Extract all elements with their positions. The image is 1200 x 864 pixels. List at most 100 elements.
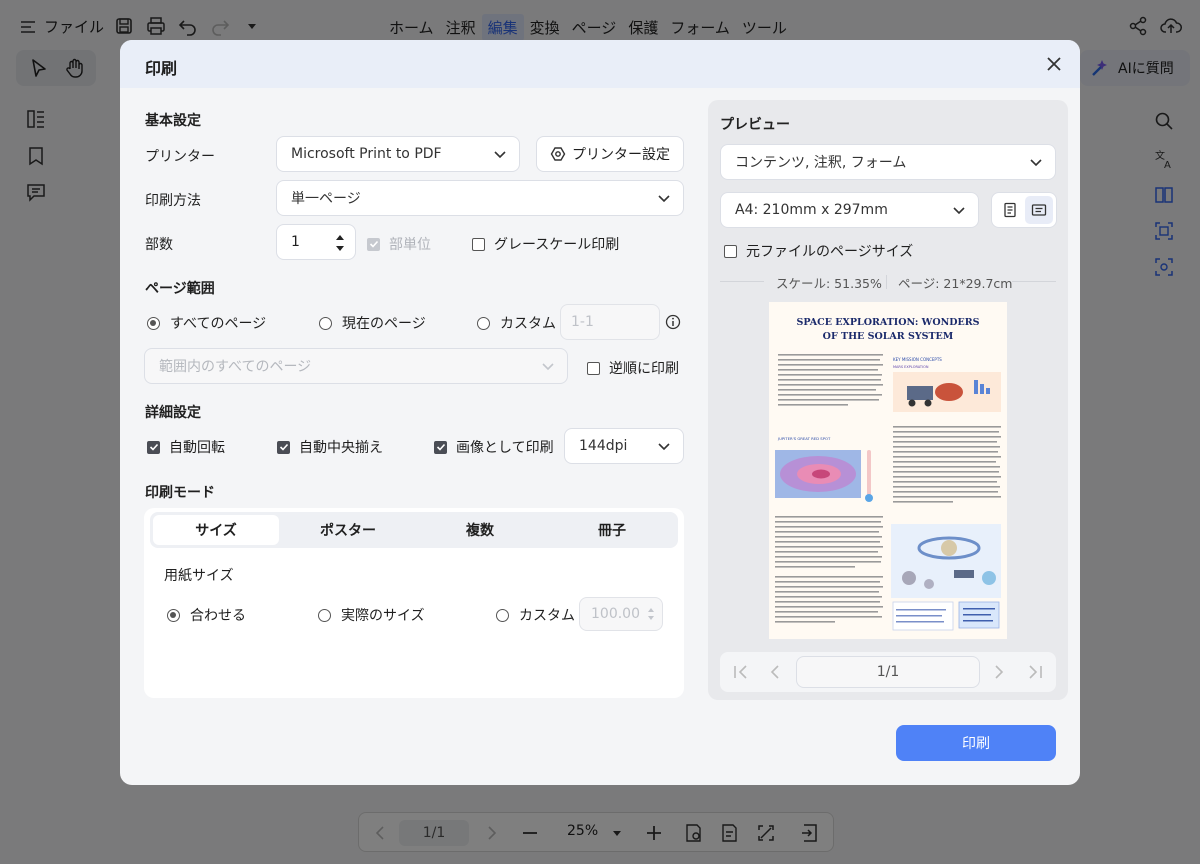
preview-heading: プレビュー — [720, 117, 790, 133]
preview-doc-title-line1: SPACE EXPLORATION: WONDERS — [796, 317, 979, 328]
copies-stepper[interactable]: 1 — [276, 224, 356, 260]
stepper-arrows-icon[interactable] — [647, 606, 655, 622]
prev-page-icon[interactable] — [764, 661, 786, 683]
fit-radio[interactable]: 合わせる — [167, 605, 246, 625]
svg-text:MARS EXPLORATION: MARS EXPLORATION — [893, 365, 929, 369]
radio-empty-icon — [318, 608, 331, 622]
divider — [720, 281, 764, 282]
checkbox-empty-icon — [724, 244, 737, 258]
content-select[interactable]: コンテンツ, 注釈, フォーム — [720, 144, 1056, 180]
custom-scale-label: カスタム — [519, 608, 575, 624]
mode-tab-size[interactable]: サイズ — [153, 515, 279, 545]
range-custom-label: カスタム — [500, 316, 556, 332]
preview-page-indicator[interactable]: 1/1 — [796, 656, 980, 688]
copies-value: 1 — [291, 234, 300, 250]
print-button[interactable]: 印刷 — [896, 725, 1056, 761]
first-page-icon[interactable] — [730, 661, 752, 683]
preview-pager: 1/1 — [720, 652, 1056, 692]
svg-text:KEY MISSION CONCEPTS: KEY MISSION CONCEPTS — [893, 357, 942, 362]
range-all-radio[interactable]: すべてのページ — [147, 313, 266, 333]
next-page-icon[interactable] — [988, 661, 1010, 683]
original-size-label: 元ファイルのページサイズ — [746, 244, 914, 260]
auto-center-label: 自動中央揃え — [299, 440, 383, 456]
paper-size-select[interactable]: A4: 210mm x 297mm — [720, 192, 979, 228]
chevron-down-icon — [493, 147, 507, 161]
page-size-text: ページ: 21*29.7cm — [898, 276, 1013, 291]
range-subset-select[interactable]: 範囲内のすべてのページ — [144, 348, 568, 384]
dpi-value: 144dpi — [579, 438, 628, 454]
fit-label: 合わせる — [190, 608, 246, 624]
auto-rotate-label: 自動回転 — [169, 440, 225, 456]
print-as-image-label: 画像として印刷 — [456, 440, 554, 456]
dialog-header: 印刷 — [120, 40, 1080, 88]
actual-size-radio[interactable]: 実際のサイズ — [318, 605, 425, 625]
scale-info-row: スケール: 51.35% ページ: 21*29.7cm — [720, 272, 1056, 292]
settings-hex-icon — [550, 146, 566, 162]
range-current-radio[interactable]: 現在のページ — [319, 313, 426, 333]
original-size-checkbox[interactable]: 元ファイルのページサイズ — [724, 241, 913, 261]
custom-scale-radio[interactable]: カスタム — [496, 605, 575, 625]
print-mode-tabs: サイズ ポスター 複数 冊子 — [150, 512, 678, 548]
dialog-title: 印刷 — [145, 59, 178, 78]
range-custom-radio[interactable]: カスタム — [477, 313, 556, 333]
printer-settings-button[interactable]: プリンター設定 — [536, 136, 684, 172]
mode-tab-multiple[interactable]: 複数 — [417, 515, 543, 545]
divider — [886, 275, 887, 289]
chevron-down-icon — [952, 203, 966, 217]
auto-rotate-checkbox[interactable]: 自動回転 — [147, 437, 225, 457]
print-method-value: 単一ページ — [291, 191, 361, 207]
custom-scale-value: 100.00 — [591, 606, 640, 622]
print-mode-panel: サイズ ポスター 複数 冊子 用紙サイズ 合わせる 実際のサイズ カスタム 10… — [144, 508, 684, 698]
copies-label: 部数 — [145, 237, 173, 253]
chevron-down-icon — [657, 439, 671, 453]
chevron-down-icon — [657, 191, 671, 205]
print-mode-heading: 印刷モード — [145, 485, 215, 501]
preview-panel: プレビュー コンテンツ, 注釈, フォーム A4: 210mm x 297mm … — [708, 100, 1068, 700]
radio-selected-icon — [167, 608, 180, 622]
paper-size-label: 用紙サイズ — [164, 568, 234, 584]
portrait-icon[interactable] — [996, 196, 1024, 224]
page-preview-thumbnail: SPACE EXPLORATION: WONDERS OF THE SOLAR … — [769, 302, 1007, 639]
mode-tab-poster[interactable]: ポスター — [285, 515, 411, 545]
stepper-arrows-icon[interactable] — [335, 233, 345, 253]
custom-range-input[interactable]: 1-1 — [560, 304, 660, 340]
paper-size-value: A4: 210mm x 297mm — [735, 202, 888, 218]
printer-value: Microsoft Print to PDF — [291, 146, 442, 162]
radio-selected-icon — [147, 316, 160, 330]
grayscale-checkbox[interactable]: グレースケール印刷 — [472, 234, 619, 254]
printer-select[interactable]: Microsoft Print to PDF — [276, 136, 520, 172]
custom-scale-input[interactable]: 100.00 — [579, 597, 663, 631]
info-icon[interactable] — [665, 314, 681, 330]
range-current-label: 現在のページ — [342, 316, 426, 332]
chevron-down-icon — [541, 359, 555, 373]
collate-checkbox[interactable]: 部単位 — [367, 234, 431, 254]
checkbox-checked-icon — [434, 440, 447, 454]
range-all-label: すべてのページ — [170, 316, 267, 332]
print-as-image-checkbox[interactable]: 画像として印刷 — [434, 437, 554, 457]
print-button-label: 印刷 — [962, 736, 990, 752]
radio-empty-icon — [477, 316, 490, 330]
checkbox-checked-icon — [367, 237, 380, 251]
preview-doc-title-line2: OF THE SOLAR SYSTEM — [823, 331, 954, 342]
checkbox-checked-icon — [277, 440, 290, 454]
print-method-select[interactable]: 単一ページ — [276, 180, 684, 216]
divider — [1012, 281, 1056, 282]
print-method-label: 印刷方法 — [145, 193, 201, 209]
custom-range-placeholder: 1-1 — [571, 314, 594, 330]
last-page-icon[interactable] — [1024, 661, 1046, 683]
reverse-order-checkbox[interactable]: 逆順に印刷 — [587, 358, 679, 378]
mode-tab-booklet[interactable]: 冊子 — [549, 515, 675, 545]
range-subset-value: 範囲内のすべてのページ — [159, 359, 312, 375]
close-icon[interactable] — [1044, 54, 1064, 74]
checkbox-checked-icon — [147, 440, 160, 454]
checkbox-empty-icon — [587, 361, 600, 375]
landscape-icon[interactable] — [1025, 196, 1053, 224]
printer-settings-label: プリンター設定 — [572, 147, 670, 163]
chevron-down-icon — [1029, 155, 1043, 169]
advanced-settings-heading: 詳細設定 — [145, 405, 201, 421]
reverse-order-label: 逆順に印刷 — [609, 361, 679, 377]
checkbox-empty-icon — [472, 237, 485, 251]
dpi-select[interactable]: 144dpi — [564, 428, 684, 464]
grayscale-label: グレースケール印刷 — [494, 237, 620, 253]
auto-center-checkbox[interactable]: 自動中央揃え — [277, 437, 383, 457]
